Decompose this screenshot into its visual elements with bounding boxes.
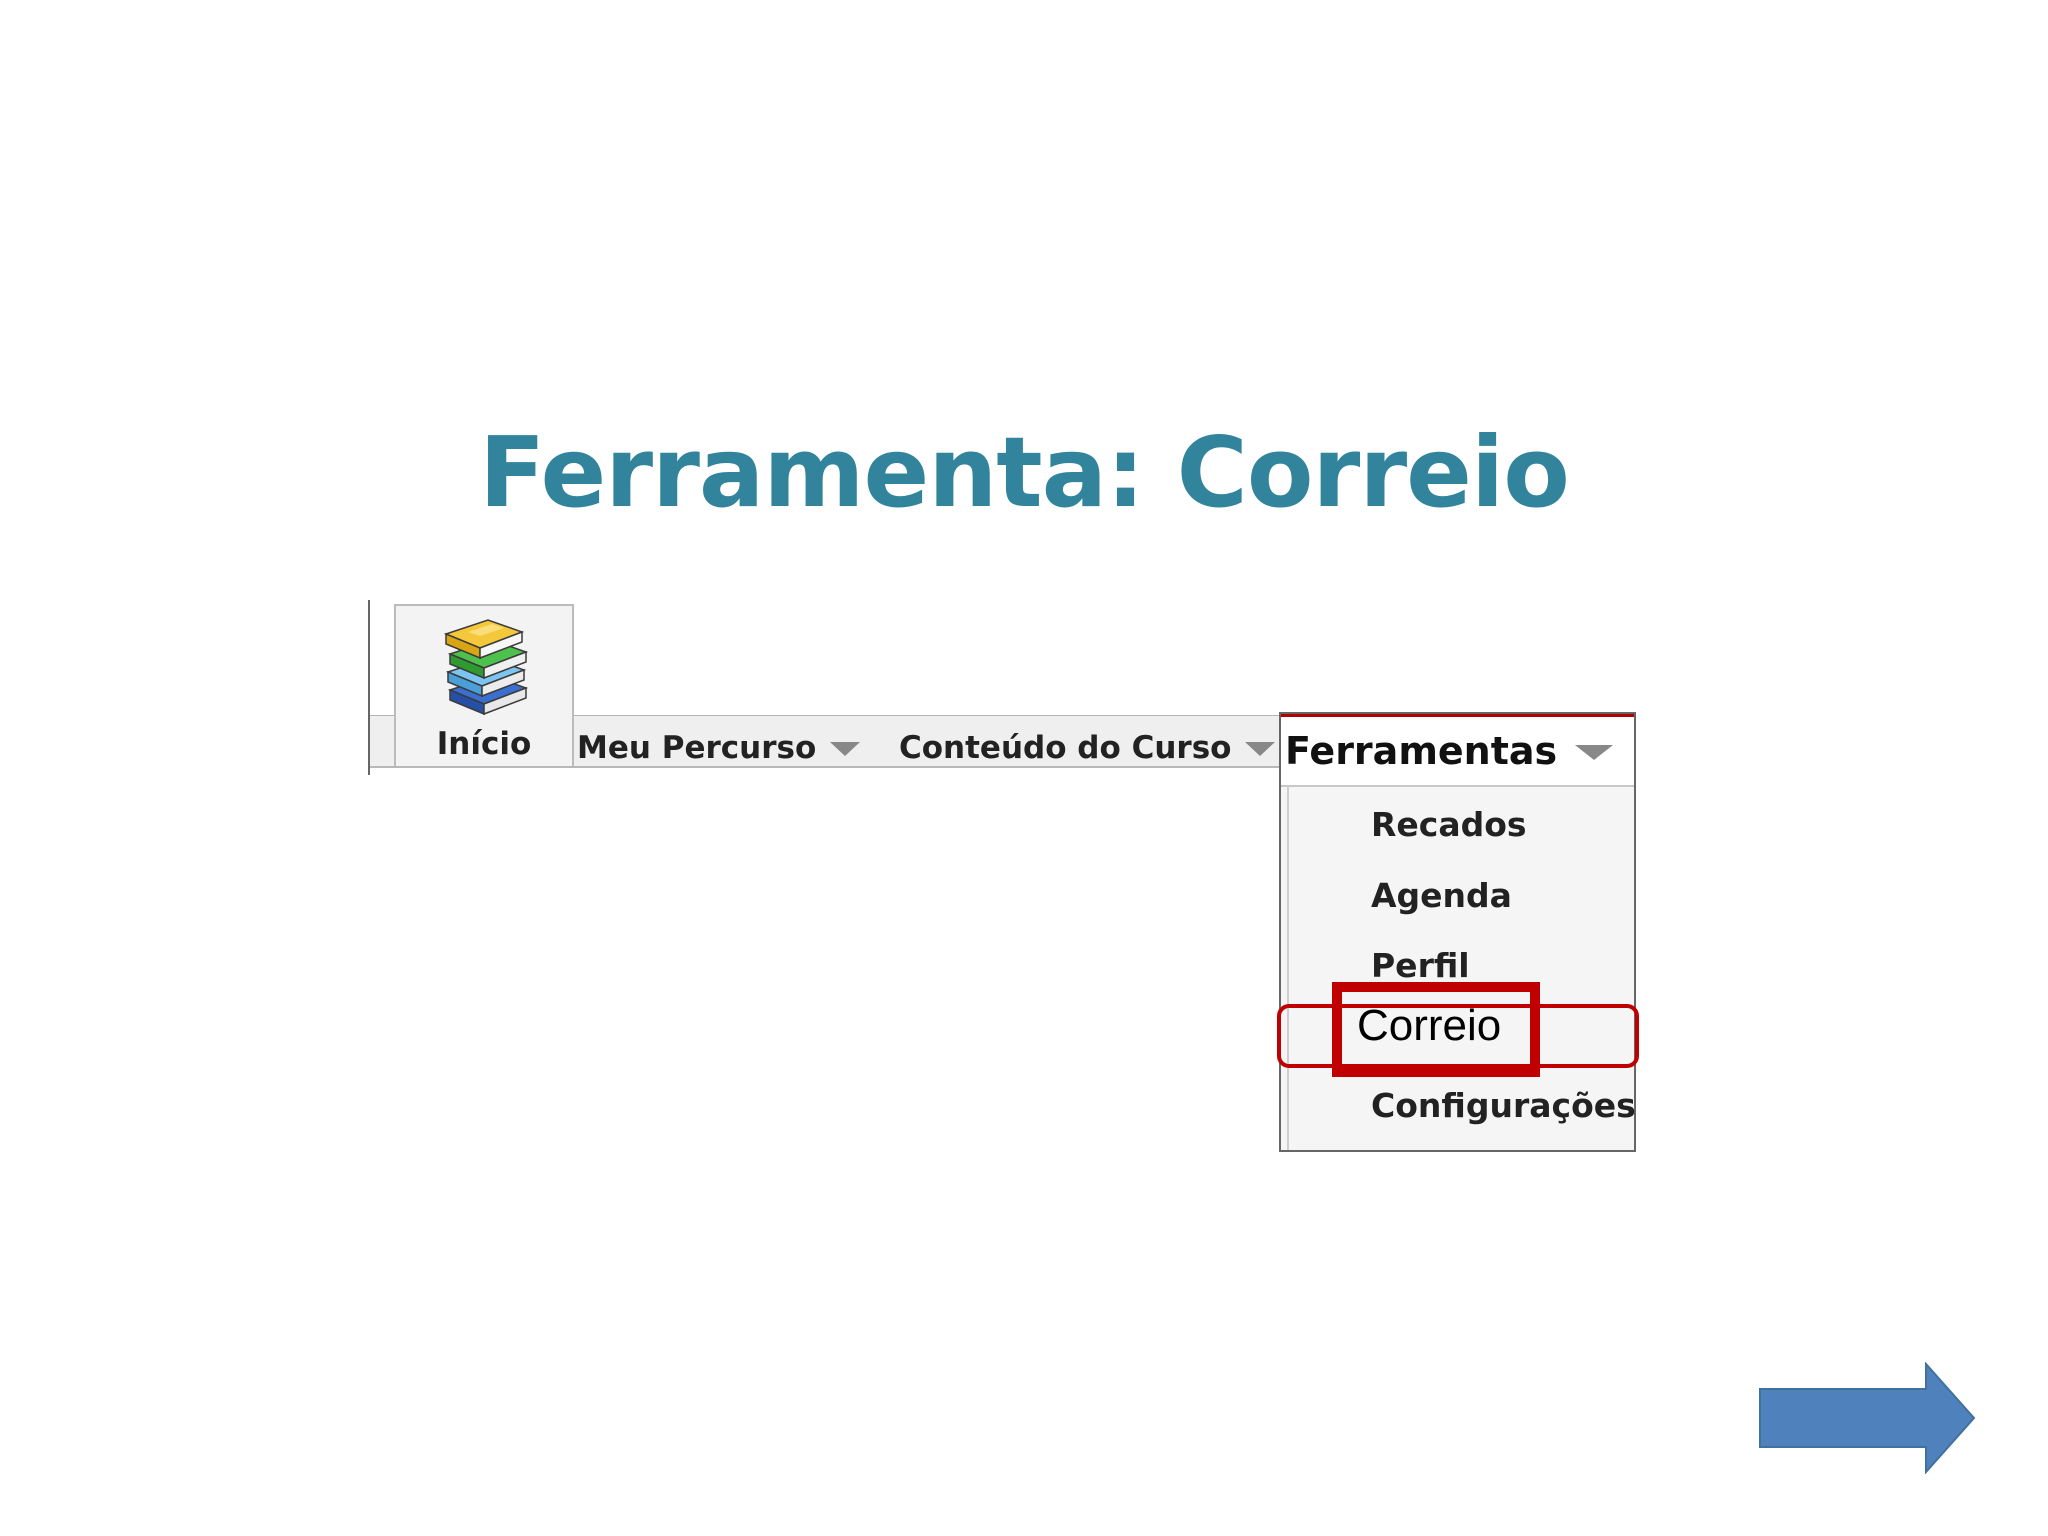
menu-item-label: Agenda — [1371, 875, 1512, 915]
arrow-right-icon[interactable] — [1756, 1362, 1980, 1474]
menu-title-ferramentas: Ferramentas — [1285, 729, 1558, 773]
nav-label-conteudo-do-curso: Conteúdo do Curso — [899, 730, 1232, 766]
ferramentas-dropdown-menu: Ferramentas Recados Agenda Perfil Correi… — [1279, 712, 1636, 1152]
menu-item-label: Configurações — [1371, 1085, 1636, 1125]
nav-label-inicio: Início — [436, 726, 532, 762]
nav-item-meu-percurso[interactable]: Meu Percurso — [577, 728, 861, 768]
nav-item-ferramentas[interactable]: Ferramentas — [1281, 717, 1634, 787]
menu-item-agenda[interactable]: Agenda — [1281, 867, 1634, 923]
caret-down-icon — [1575, 744, 1614, 760]
nav-label-meu-percurso: Meu Percurso — [577, 730, 817, 766]
slide-title: Ferramenta: Correio — [479, 416, 1570, 529]
caret-down-icon — [1245, 742, 1276, 756]
lms-navigation-screenshot: Início Meu Percurso Conteúdo do Curso Fe… — [368, 600, 1639, 1160]
menu-item-configuracoes[interactable]: Configurações — [1281, 1077, 1636, 1133]
menu-item-label: Recados — [1371, 804, 1527, 844]
menu-item-recados[interactable]: Recados — [1281, 796, 1634, 852]
caret-down-icon — [830, 742, 861, 756]
menu-item-label: Perfil — [1371, 945, 1470, 985]
correio-label-highlight — [1332, 982, 1540, 1077]
nav-tab-inicio[interactable]: Início — [394, 604, 574, 766]
nav-item-conteudo-do-curso[interactable]: Conteúdo do Curso — [899, 728, 1276, 768]
books-icon — [443, 619, 529, 716]
